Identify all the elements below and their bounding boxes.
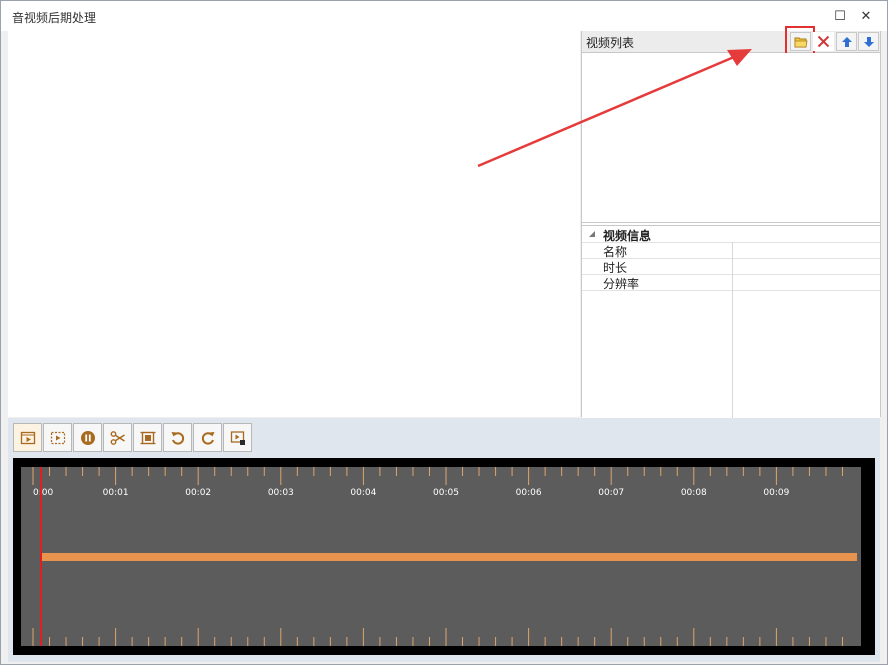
timeline-time-label: 00:08 (681, 488, 707, 498)
collapse-triangle-icon[interactable] (588, 230, 596, 238)
rotate-left-icon (171, 431, 184, 445)
video-info-grid: 视频信息 名称 时长 分辨率 (582, 225, 880, 418)
timeline-time-label: 00:05 (433, 488, 459, 498)
rotate-right-button[interactable] (193, 423, 222, 452)
timeline-frame: 0:00 00:01 00:02 00:03 00:04 00:05 00:06 00:07 0… (13, 458, 875, 655)
video-preview-area (8, 31, 580, 417)
timeline-time-label: 00:07 (598, 488, 624, 498)
move-up-button[interactable] (836, 32, 857, 51)
play-clip-icon (20, 431, 35, 444)
export-button[interactable] (223, 423, 252, 452)
export-video-icon (230, 430, 245, 445)
scissors-icon (110, 430, 125, 445)
close-button[interactable]: ✕ (855, 6, 877, 26)
timeline-time-label: 00:01 (103, 488, 129, 498)
window-title: 音视频后期处理 (12, 11, 97, 25)
rotate-right-icon (201, 431, 214, 445)
property-column-divider (732, 242, 733, 418)
title-bar: 音视频后期处理 ☐ ✕ (1, 1, 887, 31)
pause-icon (80, 430, 95, 445)
timeline-time-label: 00:02 (185, 488, 211, 498)
video-list-title: 视频列表 (586, 36, 635, 50)
timeline-time-label: 00:04 (350, 488, 376, 498)
select-range-icon (50, 431, 65, 444)
video-list[interactable] (582, 53, 880, 223)
clip-track[interactable] (41, 553, 857, 561)
delete-x-icon (817, 35, 830, 48)
video-list-header: 视频列表 (582, 26, 880, 56)
property-row-resolution[interactable]: 分辨率 (582, 274, 880, 291)
play-clip-button[interactable] (13, 423, 42, 452)
editor-panel: 0:00 00:01 00:02 00:03 00:04 00:05 00:06 00:07 0… (8, 418, 880, 662)
open-button-highlight (785, 26, 815, 56)
timeline-time-label: 00:03 (268, 488, 294, 498)
move-up-icon (841, 36, 852, 47)
timeline-time-label: 00:09 (763, 488, 789, 498)
property-row-name[interactable]: 名称 (582, 242, 880, 259)
timeline-time-label: 0:00 (33, 488, 53, 498)
app-window: 音视频后期处理 ☐ ✕ 视频列表 视频信息 名称 时长 分辨率 0:00 00:… (0, 0, 888, 665)
maximize-button[interactable]: ☐ (829, 6, 851, 26)
timeline[interactable]: 0:00 00:01 00:02 00:03 00:04 00:05 00:06 00:07 0… (21, 467, 861, 646)
select-range-button[interactable] (43, 423, 72, 452)
pause-button[interactable] (73, 423, 102, 452)
move-down-icon (863, 36, 874, 47)
timeline-time-label: 00:06 (516, 488, 542, 498)
cut-button[interactable] (103, 423, 132, 452)
crop-button[interactable] (133, 423, 162, 452)
move-down-button[interactable] (858, 32, 879, 51)
rotate-left-button[interactable] (163, 423, 192, 452)
property-row-duration[interactable]: 时长 (582, 258, 880, 275)
property-label: 分辨率 (603, 277, 640, 291)
video-info-category[interactable]: 视频信息 (582, 226, 880, 243)
crop-frame-icon (140, 431, 155, 444)
delete-button[interactable] (813, 32, 834, 51)
right-panel: 视频列表 视频信息 名称 时长 分辨率 (581, 26, 881, 418)
